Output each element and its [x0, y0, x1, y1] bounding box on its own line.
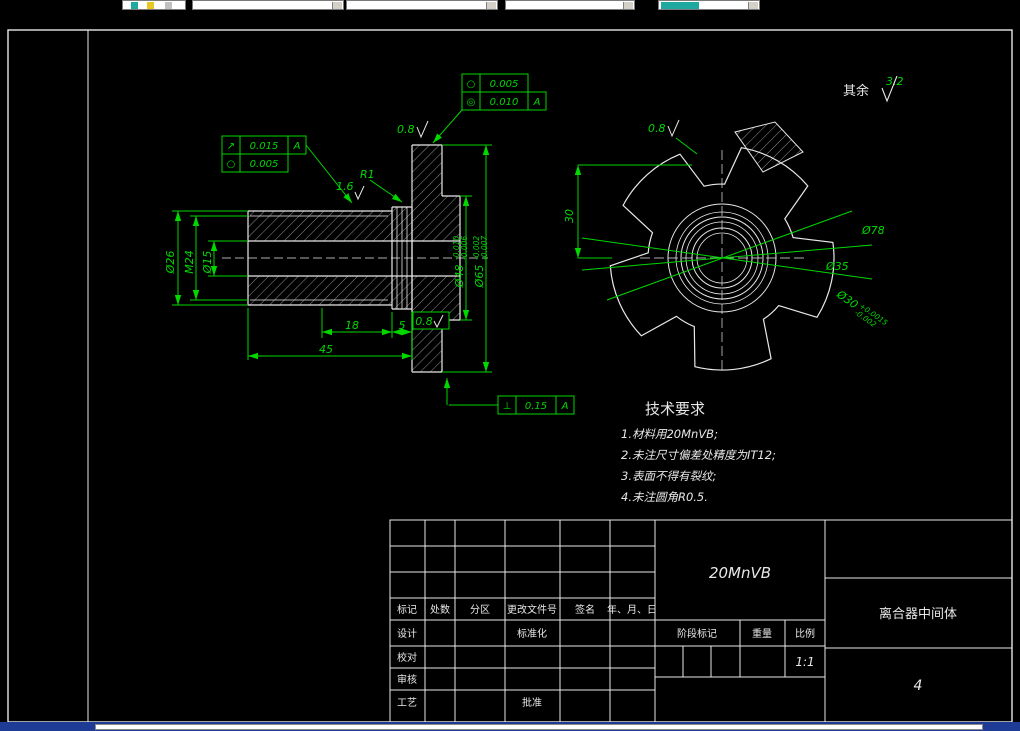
header-chushu: 处数 [430, 603, 450, 616]
dim-label-30: 30 [563, 209, 576, 223]
dim-label-d15: Ø15 [201, 251, 214, 275]
row-shenhe: 审核 [397, 673, 417, 686]
header-genggai: 更改文件号 [507, 603, 557, 616]
tech-title: 技术要求 [645, 400, 705, 418]
header-qianming: 签名 [575, 603, 595, 616]
fcf4-value: 0.010 [490, 97, 519, 108]
header-date: 年、月、日 [607, 603, 657, 616]
fcf4-symbol: ◎ [467, 97, 476, 108]
tech-line-3: 3.表面不得有裂纹; [621, 469, 716, 483]
linetype-dropdown[interactable] [505, 0, 635, 10]
fcf3-value: 0.005 [490, 79, 519, 90]
dim-label-m24: M24 [183, 250, 196, 274]
row-sheji: 设计 [397, 627, 417, 640]
svg-text:-0.007: -0.007 [480, 236, 489, 260]
layer-state-icon [147, 2, 154, 9]
selected-swatch-icon [661, 2, 699, 9]
command-input[interactable] [95, 724, 983, 730]
fcf2-value: 0.005 [250, 159, 279, 170]
svg-text:-0.006: -0.006 [460, 236, 469, 260]
svg-text:Ø65: Ø65 [473, 265, 486, 289]
chevron-down-icon[interactable] [748, 2, 758, 9]
layer-dropdown[interactable] [192, 0, 344, 10]
dim-label-d78: Ø78 [861, 224, 885, 237]
drawing-canvas[interactable]: Ø26 M24 Ø15 Ø48 -0.010 -0.006 Ø65 -0.002… [0, 0, 1020, 731]
roughness-1_6-label: 1.6 [336, 180, 354, 193]
chevron-down-icon[interactable] [332, 2, 342, 9]
dim-label-d35: Ø35 [825, 260, 849, 273]
fcf4-datum: A [533, 97, 541, 108]
toolbar-icon-group[interactable] [122, 0, 186, 10]
cad-app-window: Ø26 M24 Ø15 Ø48 -0.010 -0.006 Ø65 -0.002… [0, 0, 1020, 731]
roughness-0_8-top-label: 0.8 [397, 123, 415, 136]
dim-label-5: 5 [399, 319, 406, 332]
fcf1-value: 0.015 [250, 141, 279, 152]
fcf3-symbol: ○ [467, 79, 476, 90]
svg-text:30: 30 [563, 209, 576, 223]
roughness-0_8-right-label: 0.8 [648, 122, 666, 135]
svg-text:Ø26: Ø26 [164, 251, 177, 275]
svg-text:M24: M24 [183, 250, 196, 274]
chevron-down-icon[interactable] [486, 2, 496, 9]
fcf5-symbol: ⊥ [503, 401, 512, 412]
fcf1-datum: A [293, 141, 301, 152]
fcf1-symbol: ↗ [227, 141, 235, 152]
row-pizhun: 批准 [522, 696, 542, 709]
qiyu-label: 其余 [843, 83, 869, 99]
header-bili: 比例 [795, 627, 815, 640]
svg-text:Ø48: Ø48 [453, 265, 466, 289]
lineweight-dropdown[interactable] [658, 0, 760, 10]
command-bar-strip [0, 722, 1020, 731]
tech-line-1: 1.材料用20MnVB; [621, 427, 718, 441]
tech-line-2: 2.未注尺寸偏差处精度为IT12; [621, 448, 776, 462]
fcf5-datum: A [561, 401, 569, 412]
dim-label-45: 45 [319, 343, 333, 356]
scale-value: 1:1 [795, 655, 814, 669]
color-dropdown[interactable] [346, 0, 498, 10]
layer-color-icon [131, 2, 138, 9]
row-gongyi: 工艺 [397, 697, 417, 709]
header-jieduan: 阶段标记 [677, 627, 717, 640]
dim-label-18: 18 [345, 319, 359, 332]
header-biaoji: 标记 [397, 604, 417, 616]
toolbar-strip [0, 0, 1020, 10]
roughness-0_8-groove: 0.8 [412, 311, 450, 330]
material-label: 20MnVB [709, 564, 771, 582]
dim-label-d26: Ø26 [164, 251, 177, 275]
svg-text:Ø15: Ø15 [201, 251, 214, 275]
part-name: 离合器中间体 [879, 606, 957, 622]
layer-lock-icon [165, 2, 172, 9]
row-biaozhunhua: 标准化 [517, 627, 547, 640]
header-zhongliang: 重量 [752, 627, 772, 640]
tech-line-4: 4.未注圆角R0.5. [621, 490, 708, 504]
dim-label-r1: R1 [360, 168, 375, 181]
chevron-down-icon[interactable] [623, 2, 633, 9]
svg-text:0.8: 0.8 [415, 315, 433, 328]
row-jiaodui: 校对 [397, 651, 417, 664]
fcf5-value: 0.15 [525, 401, 547, 412]
header-fenqu: 分区 [470, 604, 490, 616]
sheet-number: 4 [914, 678, 923, 694]
fcf2-symbol: ○ [227, 159, 236, 170]
